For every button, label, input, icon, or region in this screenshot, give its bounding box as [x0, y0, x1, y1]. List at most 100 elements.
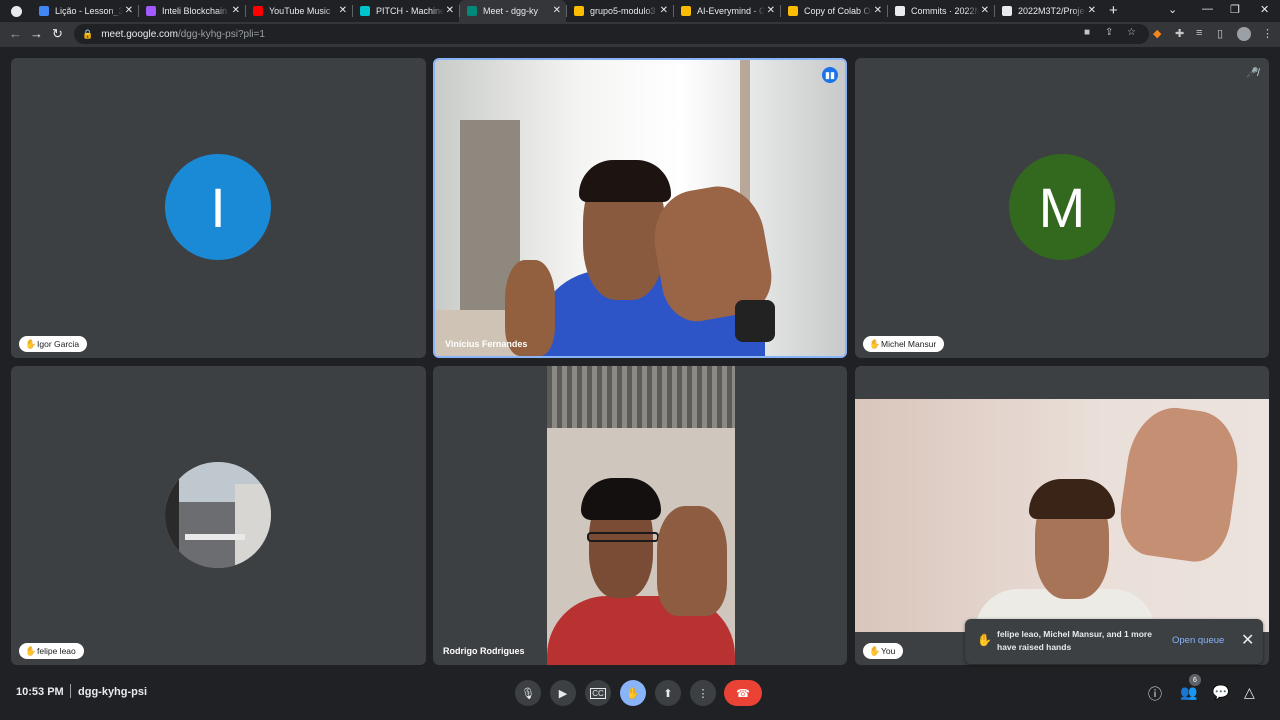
- browser-menu-icon[interactable]: ⋮: [1262, 27, 1273, 40]
- tab-separator: [459, 5, 460, 17]
- side-panel-icon[interactable]: ▯: [1217, 27, 1223, 40]
- participant-tile-michel[interactable]: 🎤̸ M ✋ Michel Mansur: [855, 58, 1269, 358]
- meeting-code: dgg-kyhg-psi: [78, 686, 148, 698]
- participant-name-chip: ✋ You: [863, 643, 904, 659]
- profile-avatar[interactable]: [1237, 27, 1251, 41]
- close-tab-icon[interactable]: ✕: [767, 5, 775, 17]
- minimize-button[interactable]: —: [1202, 3, 1213, 15]
- close-tab-icon[interactable]: ✕: [446, 5, 454, 17]
- participant-tile-igor[interactable]: I ✋ Igor Garcia: [11, 58, 426, 358]
- divider: [70, 684, 71, 698]
- captions-icon: CC: [590, 687, 606, 699]
- raised-hand-icon: ✋: [25, 339, 37, 349]
- participant-name-chip: ✋ felipe leao: [19, 643, 84, 659]
- browser-tab[interactable]: Copy of Colab Ofi ✕: [780, 0, 887, 22]
- captions-button[interactable]: CC: [585, 680, 611, 706]
- bookmark-star-icon[interactable]: ☆: [1127, 27, 1136, 38]
- raise-hand-button[interactable]: ✋: [620, 680, 646, 706]
- tab-separator: [138, 5, 139, 17]
- close-tab-icon[interactable]: ✕: [125, 5, 133, 17]
- browser-tab[interactable]: Inteli Blockchain - ✕: [138, 0, 245, 22]
- tab-separator: [673, 5, 674, 17]
- browser-tab[interactable]: 2022M3T2/Projeto ✕: [994, 0, 1101, 22]
- tab-title: YouTube Music: [269, 6, 331, 16]
- more-options-button[interactable]: ⋮: [690, 680, 716, 706]
- tab-separator: [780, 5, 781, 17]
- tab-title: grupo5-modulo3: [590, 6, 656, 16]
- back-icon[interactable]: ←: [9, 26, 22, 41]
- close-tab-icon[interactable]: ✕: [232, 5, 240, 17]
- metamask-extension-icon[interactable]: ◆: [1153, 27, 1161, 40]
- browser-tab[interactable]: grupo5-modulo3 ✕: [566, 0, 673, 22]
- close-window-button[interactable]: ✕: [1260, 3, 1269, 16]
- participant-tile-vinicius[interactable]: ▮▮ Vinícius Fernandes: [433, 58, 847, 358]
- forward-icon[interactable]: →: [30, 26, 43, 41]
- video-feed: [547, 366, 735, 665]
- microphone-button[interactable]: 🎙: [515, 680, 541, 706]
- avatar-initial: M: [1038, 175, 1086, 239]
- meet-icon: [467, 6, 477, 16]
- video-camera-icon: ▶: [558, 687, 568, 700]
- participant-name: Michel Mansur: [881, 339, 937, 349]
- share-icon[interactable]: ⇪: [1105, 27, 1113, 38]
- tab-search-icon[interactable]: ⌄: [1168, 3, 1177, 16]
- browser-tab[interactable]: Meet - dgg-ky ✕: [459, 0, 566, 22]
- raised-hand-icon: ✋: [977, 633, 992, 647]
- avatar-initial: I: [210, 175, 226, 239]
- video-feed: [855, 399, 1269, 632]
- present-screen-button[interactable]: ⬆: [655, 680, 681, 706]
- open-queue-button[interactable]: Open queue: [1172, 635, 1224, 646]
- close-notification-icon[interactable]: ✕: [1241, 630, 1254, 650]
- raised-hand-icon: ✋: [626, 687, 640, 700]
- reading-list-icon[interactable]: ≡: [1196, 27, 1202, 39]
- browser-tab[interactable]: AI-Everymind - Go ✕: [673, 0, 780, 22]
- restore-button[interactable]: ❐: [1230, 3, 1240, 16]
- browser-tab[interactable]: Lição - Lesson_3_I✕: [31, 0, 138, 22]
- youtube-music-icon: [253, 6, 263, 16]
- tab-title: Lição - Lesson_3_I: [55, 6, 123, 16]
- reload-icon[interactable]: ↻: [52, 26, 63, 42]
- meeting-controls-bar: 10:53 PM dgg-kyhg-psi 🎙 ▶ CC ✋ ⬆ ⋮ ☎ ⓘ 👥…: [0, 670, 1280, 720]
- participant-tile-felipe[interactable]: ✋ felipe leao: [11, 366, 426, 665]
- tab-title: Copy of Colab Ofi: [804, 6, 872, 16]
- participant-name: Igor Garcia: [37, 339, 80, 349]
- browser-tab[interactable]: PITCH - Machine l ✕: [352, 0, 459, 22]
- present-screen-icon: ⬆: [663, 687, 673, 700]
- activities-icon[interactable]: △: [1244, 684, 1255, 701]
- participant-name-chip: ✋ Igor Garcia: [19, 336, 88, 352]
- browser-toolbar: ← → ↻ 🔒 meet.google.com/dgg-kyhg-psi?pli…: [0, 22, 1280, 47]
- browser-tab[interactable]: Commits · 2022M3✕: [887, 0, 994, 22]
- chrome-menu-icon[interactable]: [11, 6, 22, 17]
- browser-tab[interactable]: YouTube Music ✕: [245, 0, 352, 22]
- camera-button[interactable]: ▶: [550, 680, 576, 706]
- participant-name: Rodrigo Rodrigues: [443, 646, 525, 656]
- leave-call-button[interactable]: ☎: [724, 680, 762, 706]
- participant-name: felipe leao: [37, 646, 76, 656]
- chat-icon[interactable]: 💬: [1212, 684, 1229, 701]
- address-bar[interactable]: 🔒 meet.google.com/dgg-kyhg-psi?pli=1: [74, 24, 1149, 44]
- url-path: /dgg-kyhg-psi?pli=1: [177, 28, 265, 40]
- close-tab-icon[interactable]: ✕: [1088, 5, 1096, 17]
- people-icon[interactable]: 👥: [1180, 684, 1197, 701]
- close-tab-icon[interactable]: ✕: [874, 5, 882, 17]
- camera-in-use-icon[interactable]: ■: [1084, 27, 1090, 38]
- drive-icon: [574, 6, 584, 16]
- new-tab-button[interactable]: +: [1109, 2, 1118, 19]
- close-tab-icon[interactable]: ✕: [339, 5, 347, 17]
- extensions-icon[interactable]: ✚: [1175, 27, 1184, 40]
- raised-hand-icon: ✋: [869, 339, 881, 349]
- raised-hand-icon: ✋: [869, 646, 881, 656]
- tab-title: Meet - dgg-ky: [483, 6, 539, 16]
- close-tab-icon[interactable]: ✕: [660, 5, 668, 17]
- avatar: I: [165, 154, 271, 260]
- participant-tile-rodrigo[interactable]: Rodrigo Rodrigues: [433, 366, 847, 665]
- browser-tab-strip: Lição - Lesson_3_I✕Inteli Blockchain -✕Y…: [0, 0, 1280, 22]
- close-tab-icon[interactable]: ✕: [981, 5, 989, 17]
- raised-hand-icon: ✋: [25, 646, 37, 656]
- meeting-details-icon[interactable]: ⓘ: [1148, 684, 1162, 704]
- more-vert-icon: ⋮: [697, 687, 709, 700]
- close-tab-icon[interactable]: ✕: [553, 5, 561, 17]
- participant-name: Vinícius Fernandes: [445, 339, 528, 349]
- tab-title: AI-Everymind - Go: [697, 6, 765, 16]
- speaking-indicator-icon: ▮▮: [822, 67, 838, 83]
